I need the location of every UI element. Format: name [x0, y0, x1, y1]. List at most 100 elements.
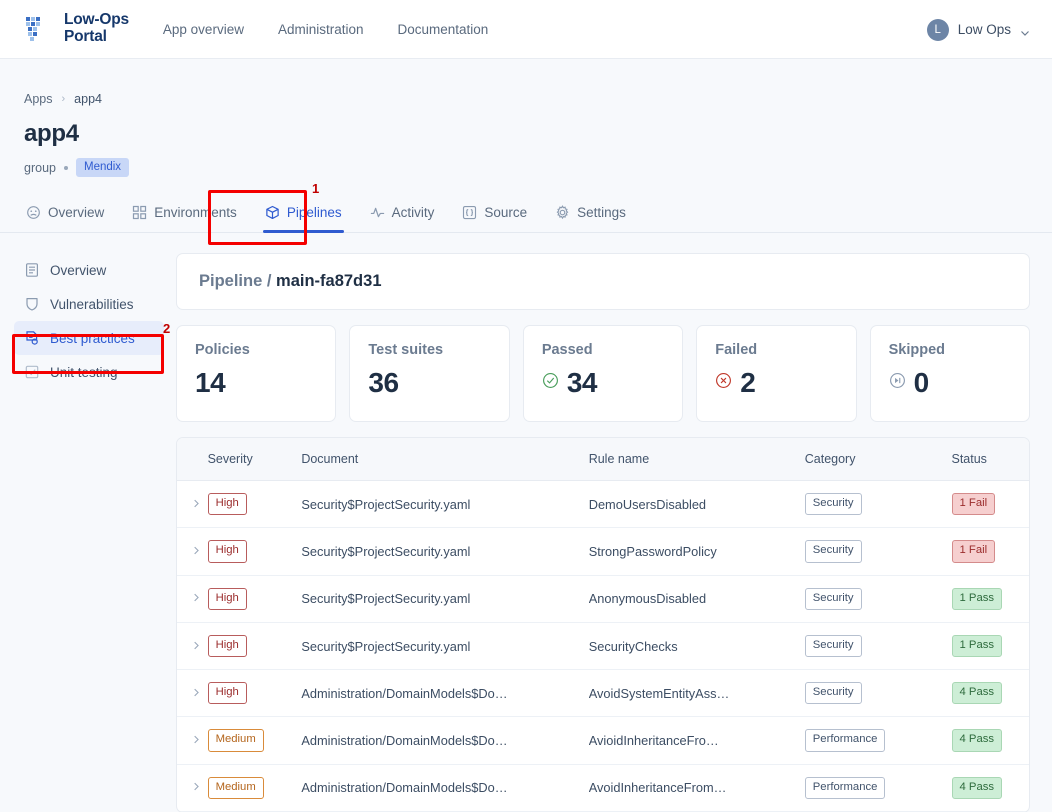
top-navigation-bar: Low-Ops Portal App overview Administrati… [0, 0, 1052, 59]
page-header: Apps › app4 app4 group Mendix [0, 59, 1052, 177]
tab-settings[interactable]: Settings [553, 199, 628, 232]
stat-label: Skipped [888, 342, 946, 358]
chevron-right-icon[interactable] [191, 639, 208, 654]
pipeline-name: main-fa87d31 [276, 272, 382, 290]
tab-label: Environments [154, 205, 237, 220]
sidebar-item-unit-testing[interactable]: Unit testing [14, 355, 164, 389]
severity-badge: High [207, 634, 247, 658]
platform-chip: Mendix [75, 158, 130, 177]
chevron-right-icon[interactable] [191, 686, 208, 701]
skip-circle-icon [889, 372, 906, 394]
sidebar-item-vulnerabilities[interactable]: Vulnerabilities [14, 287, 164, 321]
category-badge: Security [804, 634, 862, 658]
column-header-expand [177, 438, 208, 481]
table-row[interactable]: Medium Administration/DomainModels$Do… Avi… [177, 716, 1029, 765]
cube-icon [265, 205, 280, 220]
column-header-severity: Severity [207, 438, 302, 481]
rule-name-cell: AvoidSystemEntityAss… [588, 685, 730, 701]
table-row[interactable]: High Security$ProjectSecurity.yaml Securit… [177, 622, 1029, 671]
stat-value: 14 [195, 367, 226, 398]
tab-overview[interactable]: Overview [24, 199, 106, 232]
stat-label: Passed [541, 342, 593, 358]
document-cell: Security$ProjectSecurity.yaml [301, 591, 471, 607]
app-tabs: Overview Environments Pipelines Activity… [0, 199, 1052, 233]
sidebar-item-label: Unit testing [50, 364, 118, 380]
primary-nav: App overview Administration Documentatio… [163, 22, 488, 37]
rule-name-cell: SecurityChecks [588, 638, 678, 654]
rule-name-cell: AvioidInheritanceFro… [588, 733, 719, 749]
stat-label: Policies [195, 342, 250, 358]
sidebar-item-label: Vulnerabilities [50, 296, 134, 312]
status-badge: 1 Pass [951, 634, 1003, 658]
status-badge: 4 Pass [951, 776, 1003, 800]
sidebar-item-best-practices[interactable]: Best practices [14, 321, 164, 355]
chevron-right-icon[interactable] [191, 591, 208, 606]
avatar: L [926, 18, 949, 41]
nav-item-app-overview[interactable]: App overview [163, 22, 244, 37]
severity-badge: Medium [207, 776, 264, 800]
chevron-right-icon[interactable] [191, 497, 208, 512]
stat-value: 0 [913, 367, 930, 398]
document-cell: Administration/DomainModels$Do… [301, 780, 508, 796]
document-cell: Security$ProjectSecurity.yaml [301, 638, 471, 654]
user-menu[interactable]: L Low Ops [926, 0, 1030, 59]
page-subtitle: group Mendix [24, 158, 1028, 177]
stat-card-test-suites: Test suites 36 [349, 325, 510, 422]
table-row[interactable]: High Administration/DomainModels$Do… Avoid… [177, 669, 1029, 718]
stat-card-passed: Passed 34 [522, 325, 684, 422]
severity-badge: High [207, 540, 247, 563]
document-cell: Security$ProjectSecurity.yaml [301, 496, 471, 512]
tab-label: Activity [391, 205, 435, 220]
pipeline-header: Pipeline / main-fa87d31 [176, 253, 1030, 310]
tab-label: Overview [48, 205, 105, 220]
rule-name-cell: AvoidInheritanceFrom… [588, 780, 727, 796]
shield-icon [24, 296, 40, 312]
stat-card-skipped: Skipped 0 [869, 325, 1031, 422]
sidebar-item-label: Best practices [50, 330, 135, 346]
chevron-right-icon[interactable] [191, 544, 208, 559]
tab-pipelines[interactable]: Pipelines [262, 199, 344, 233]
x-circle-icon [715, 372, 732, 394]
tab-source[interactable]: Source [460, 199, 529, 232]
severity-badge: High [207, 682, 247, 705]
table-row[interactable]: High Security$ProjectSecurity.yaml Anonymo… [177, 575, 1029, 623]
chevron-right-icon[interactable] [191, 733, 208, 748]
stat-value: 34 [566, 367, 598, 398]
tab-label: Source [484, 205, 528, 220]
tab-activity[interactable]: Activity [368, 199, 437, 232]
severity-badge: High [207, 493, 247, 516]
breadcrumb: Apps › app4 [24, 92, 1028, 106]
rule-name-cell: AnonymousDisabled [588, 591, 707, 607]
status-badge: 1 Pass [951, 587, 1003, 610]
sidebar-item-label: Overview [50, 262, 107, 278]
pipeline-prefix: Pipeline / [199, 272, 272, 290]
stat-value: 2 [740, 367, 756, 398]
category-badge: Performance [804, 729, 886, 752]
gear-icon [555, 205, 570, 220]
rule-name-cell: StrongPasswordPolicy [588, 543, 717, 559]
breadcrumb-apps[interactable]: Apps [24, 92, 53, 106]
brand-logo[interactable]: Low-Ops Portal [24, 11, 129, 45]
column-header-document: Document [301, 438, 589, 481]
stat-value: 36 [368, 367, 399, 398]
tab-environments[interactable]: Environments [130, 199, 239, 232]
category-badge: Security [804, 587, 862, 610]
sidebar-item-overview[interactable]: Overview [14, 253, 164, 287]
severity-badge: Medium [207, 729, 264, 752]
stat-label: Test suites [368, 342, 444, 358]
table-row[interactable]: High Security$ProjectSecurity.yaml DemoUse… [177, 480, 1029, 529]
main-content: Pipeline / main-fa87d31 Policies 14 Test… [176, 253, 1031, 812]
table-row[interactable]: High Security$ProjectSecurity.yaml StrongP… [177, 527, 1029, 576]
table-row[interactable]: Medium Administration/DomainModels$Do… Avo… [177, 764, 1029, 812]
tab-label: Pipelines [286, 205, 342, 220]
stat-card-failed: Failed 2 [696, 325, 857, 422]
chevron-right-icon[interactable] [191, 780, 208, 795]
nav-item-administration[interactable]: Administration [278, 22, 364, 37]
stat-card-policies: Policies 14 [176, 325, 337, 422]
stat-label: Failed [715, 342, 758, 358]
table-header-row: Severity Document Rule name Category Sta… [177, 438, 1029, 481]
category-badge: Security [804, 540, 862, 563]
nav-item-documentation[interactable]: Documentation [398, 22, 489, 37]
breadcrumb-current: app4 [74, 92, 102, 106]
document-check-icon [24, 330, 40, 346]
